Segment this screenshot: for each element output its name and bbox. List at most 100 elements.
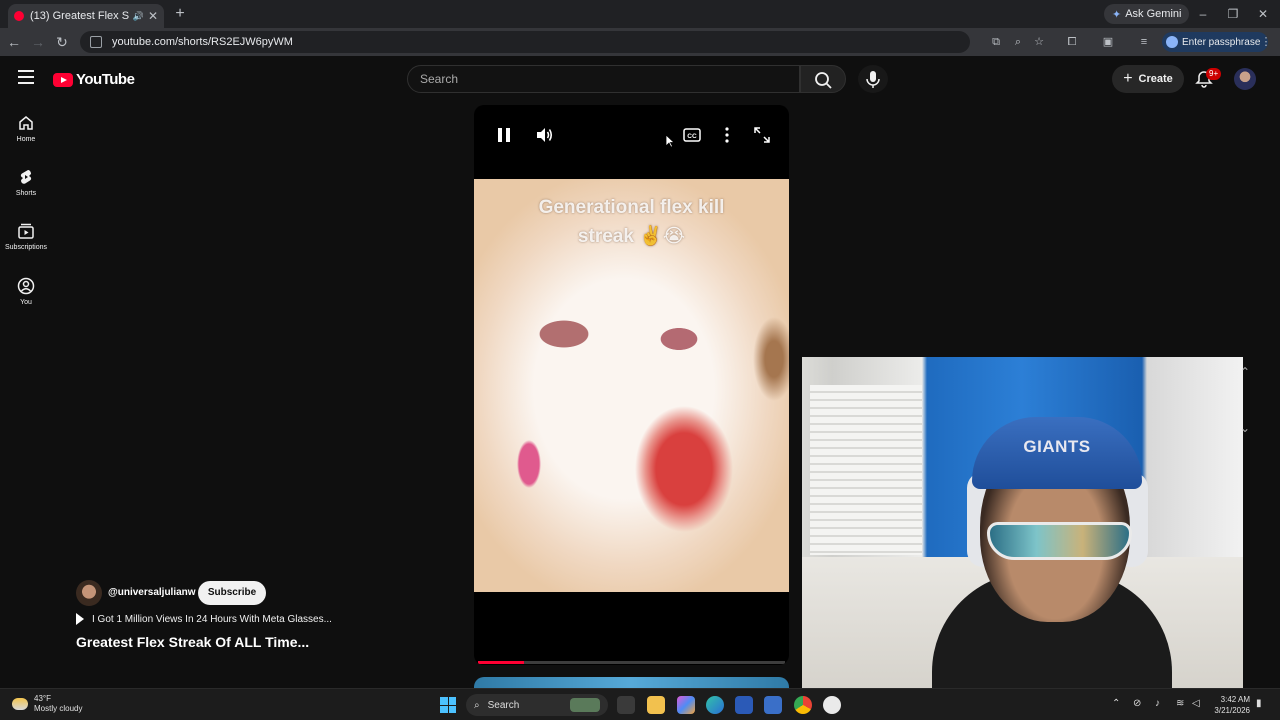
minimize-button[interactable]: –	[1188, 4, 1218, 24]
nav-you[interactable]: You	[0, 277, 52, 306]
webcam-overlay: GIANTS	[802, 357, 1243, 688]
youtube-logo[interactable]: YouTube	[53, 71, 135, 88]
sound-link[interactable]: I Got 1 Million Views In 24 Hours With M…	[76, 613, 332, 625]
reading-list-icon[interactable]: ≡	[1136, 34, 1152, 50]
video-overlay-line-2: streak ✌️😭	[577, 226, 686, 247]
taskbar-clock[interactable]: 3:42 AM 3/21/2026	[1210, 694, 1250, 716]
windows-taskbar: 43°F Mostly cloudy ⌕ Search ⌃ ⊘ ♪ ≋ ◁ 3:…	[0, 688, 1280, 720]
mouse-cursor-icon	[665, 134, 675, 148]
create-button[interactable]: + Create	[1112, 65, 1184, 93]
clock-time: 3:42 AM	[1220, 695, 1250, 704]
tab-close-icon[interactable]: ✕	[148, 9, 158, 23]
window-blind	[810, 385, 922, 555]
channel-avatar[interactable]	[76, 580, 102, 606]
url-text: youtube.com/shorts/RS2EJW6pyWM	[112, 36, 293, 48]
nav-home-label: Home	[16, 136, 36, 143]
edge-icon[interactable]	[706, 696, 724, 714]
wifi-icon[interactable]: ≋	[1176, 698, 1184, 709]
search-highlight-icon	[570, 698, 600, 712]
browser-toolbar: ← → ↻ youtube.com/shorts/RS2EJW6pyWM ⧉ ⌕…	[0, 28, 1280, 56]
copilot-icon[interactable]	[677, 696, 695, 714]
video-progress-bar[interactable]	[478, 661, 785, 664]
clock-date: 3/21/2026	[1214, 706, 1250, 715]
partly-cloudy-icon	[12, 698, 28, 710]
browser-tab[interactable]: (13) Greatest Flex Streak Of 🔊 ✕	[8, 4, 164, 28]
show-hidden-icons-icon[interactable]: ⌃	[1112, 698, 1120, 709]
svg-text:CC: CC	[687, 133, 697, 140]
zoom-icon[interactable]: ⌕	[1010, 34, 1026, 50]
previous-short-icon[interactable]: ⌃	[1235, 362, 1255, 382]
channel-name[interactable]: @universaljulianw	[108, 587, 196, 598]
close-window-button[interactable]: ✕	[1248, 4, 1278, 24]
create-label: Create	[1138, 73, 1173, 85]
tab-title: (13) Greatest Flex Streak Of	[30, 10, 129, 22]
youtube-play-logo-icon	[53, 72, 73, 87]
subscribe-button[interactable]: Subscribe	[198, 581, 266, 605]
nav-subscriptions[interactable]: Subscriptions	[0, 222, 52, 251]
cast-icon[interactable]: ⧉	[988, 34, 1004, 50]
volume-icon[interactable]	[534, 125, 554, 145]
ask-gemini-button[interactable]: ✦ Ask Gemini	[1104, 4, 1190, 24]
speaker-icon[interactable]: ◁	[1192, 698, 1200, 709]
browser-menu-icon[interactable]: ⋮	[1258, 34, 1274, 50]
cap-logo-text: GIANTS	[1023, 437, 1091, 456]
store-icon[interactable]	[735, 696, 753, 714]
nav-home[interactable]: Home	[0, 114, 52, 143]
video-overlay-caption: Generational flex kill streak ✌️😭	[474, 193, 789, 251]
split-view-icon[interactable]: ▣	[1100, 34, 1116, 50]
bookmark-star-icon[interactable]: ☆	[1031, 34, 1047, 50]
video-frame[interactable]: Generational flex kill streak ✌️😭	[474, 179, 789, 592]
youtube-favicon-icon	[14, 11, 24, 21]
youtube-logo-text: YouTube	[76, 71, 135, 88]
file-explorer-icon[interactable]	[647, 696, 665, 714]
network-off-icon[interactable]: ⊘	[1133, 698, 1141, 709]
back-button[interactable]: ←	[4, 32, 24, 52]
microphone-tray-icon[interactable]: ♪	[1155, 698, 1160, 709]
address-bar[interactable]: youtube.com/shorts/RS2EJW6pyWM	[80, 31, 970, 53]
fullscreen-icon[interactable]	[752, 125, 772, 145]
voice-search-button[interactable]	[858, 65, 888, 93]
notification-center-icon[interactable]: ▮	[1256, 698, 1262, 709]
microphone-icon	[866, 71, 880, 88]
nav-shorts[interactable]: Shorts	[0, 168, 52, 197]
chrome-icon[interactable]	[794, 696, 812, 714]
sunglasses	[987, 522, 1132, 560]
restore-button[interactable]: ❐	[1218, 4, 1248, 24]
search-button[interactable]	[800, 65, 846, 93]
home-icon	[19, 116, 33, 130]
search-placeholder: Search	[420, 72, 459, 86]
shorts-icon	[20, 169, 32, 184]
next-short-icon[interactable]: ⌄	[1235, 418, 1255, 438]
weather-widget[interactable]: 43°F Mostly cloudy	[12, 694, 82, 714]
outlook-icon[interactable]	[764, 696, 782, 714]
video-overlay-line-1: Generational flex kill	[538, 197, 725, 218]
short-title[interactable]: Greatest Flex Streak Of ALL Time...	[76, 634, 309, 650]
nav-subscriptions-label: Subscriptions	[4, 244, 48, 251]
obs-icon[interactable]	[823, 696, 841, 714]
browser-tab-strip: (13) Greatest Flex Streak Of 🔊 ✕ + ✦ Ask…	[0, 0, 1280, 28]
tab-audio-icon[interactable]: 🔊	[133, 11, 144, 22]
windows-start-icon[interactable]	[440, 697, 456, 713]
account-icon	[17, 277, 35, 295]
site-info-icon[interactable]	[90, 36, 102, 48]
forward-button[interactable]: →	[28, 32, 48, 52]
account-avatar[interactable]	[1234, 68, 1256, 90]
shorts-player[interactable]: CC Generational flex kill streak ✌️😭	[474, 105, 789, 665]
video-progress-fill	[478, 661, 525, 664]
notification-count-badge: 9+	[1206, 68, 1222, 80]
pause-icon[interactable]	[494, 125, 514, 145]
extensions-icon[interactable]: ⧠	[1064, 34, 1080, 50]
more-options-icon[interactable]	[717, 125, 737, 145]
taskbar-search[interactable]: ⌕ Search	[466, 694, 608, 716]
passphrase-button[interactable]: Enter passphrase	[1162, 32, 1269, 52]
subscriptions-icon	[18, 223, 34, 239]
search-input[interactable]: Search	[407, 65, 800, 93]
reload-button[interactable]: ↻	[52, 32, 72, 52]
new-tab-button[interactable]: +	[170, 4, 190, 24]
nav-you-label: You	[20, 299, 32, 306]
plus-icon: +	[1123, 70, 1133, 87]
hamburger-menu-icon[interactable]	[18, 70, 34, 84]
task-view-icon[interactable]	[617, 696, 635, 714]
gemini-sparkle-icon: ✦	[1112, 8, 1122, 21]
captions-icon[interactable]: CC	[682, 125, 702, 145]
